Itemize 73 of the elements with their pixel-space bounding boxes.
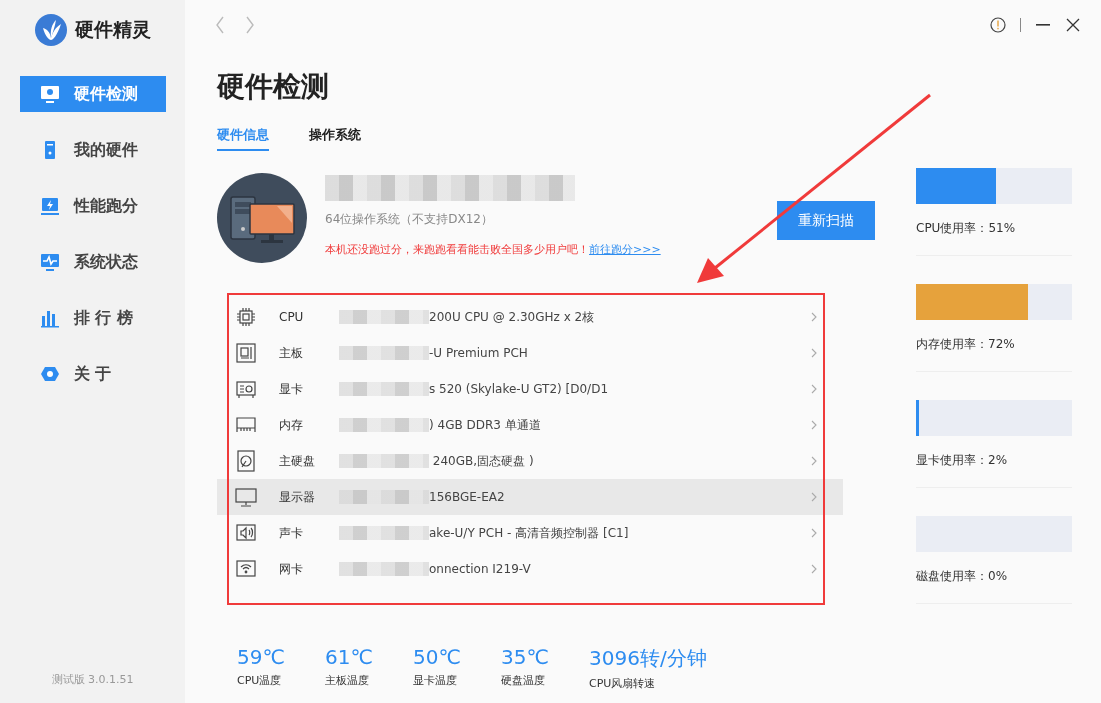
leaf-logo-icon <box>34 14 67 46</box>
monitor-icon <box>235 486 257 508</box>
device-label: 网卡 <box>279 560 304 578</box>
chevron-right-icon <box>811 456 817 466</box>
device-value: -U Premium PCH <box>429 346 528 360</box>
sidebar-item[interactable]: 我的硬件 <box>19 132 166 168</box>
board-icon <box>235 342 257 364</box>
computer-avatar-icon <box>217 173 307 263</box>
hexagon-icon <box>39 364 60 384</box>
device-value: ake-U/Y PCH - 高清音频控制器 [C1] <box>429 524 629 542</box>
device-value: onnection I219-V <box>429 562 531 576</box>
monitor-search-icon <box>39 84 60 104</box>
chevron-right-icon <box>811 348 817 358</box>
usage-label: CPU使用率：51% <box>916 220 1017 237</box>
device-row[interactable]: 显卡 s 520 (Skylake-U GT2) [D0/D1 <box>217 371 843 407</box>
sidebar-item[interactable]: 系统状态 <box>19 244 166 280</box>
device-label: 内存 <box>279 416 304 434</box>
temperature-label: CPU风扇转速 <box>589 676 657 691</box>
benchmark-prompt: 本机还没跑过分，来跑跑看看能击败全国多少用户吧！ <box>325 243 589 256</box>
sidebar-item[interactable]: 排 行 榜 <box>19 300 166 336</box>
device-value: 240GB,固态硬盘 ) <box>431 452 534 470</box>
temperature-value: 61℃ <box>325 645 374 669</box>
device-row[interactable]: 主板 -U Premium PCH <box>217 335 843 371</box>
usage-label: 显卡使用率：2% <box>916 452 1009 469</box>
chevron-right-icon <box>811 492 817 502</box>
device-label: 显卡 <box>279 380 304 398</box>
chevron-right-icon <box>811 384 817 394</box>
device-row[interactable]: 网卡 onnection I219-V <box>217 551 843 587</box>
chevron-right-icon <box>811 564 817 574</box>
device-row[interactable]: 内存 ) 4GB DDR3 单通道 <box>217 407 843 443</box>
info-icon[interactable] <box>990 17 1006 33</box>
page-title: 硬件检测 <box>217 69 330 105</box>
device-row[interactable]: CPU 200U CPU @ 2.30GHz x 2核 <box>217 299 843 335</box>
chevron-right-icon <box>811 528 817 538</box>
device-label: 主板 <box>279 344 304 362</box>
wifi-icon <box>235 558 257 580</box>
version-label: 测试版 3.0.1.51 <box>51 672 134 687</box>
app-name: 硬件精灵 <box>74 17 151 42</box>
usage-label: 内存使用率：72% <box>916 336 1016 353</box>
device-row[interactable]: 显示器 156BGE-EA2 <box>217 479 843 515</box>
temperature-value: 50℃ <box>413 645 462 669</box>
device-row[interactable]: 声卡 ake-U/Y PCH - 高清音频控制器 [C1] <box>217 515 843 551</box>
close-icon[interactable] <box>1065 17 1081 33</box>
device-value: s 520 (Skylake-U GT2) [D0/D1 <box>429 382 609 396</box>
benchmark-link[interactable]: 前往跑分>>> <box>589 243 661 256</box>
os-label: 64位操作系统（不支持DX12） <box>325 211 494 228</box>
device-label: CPU <box>279 310 305 324</box>
device-label: 主硬盘 <box>279 452 316 470</box>
temperature-value: 59℃ <box>237 645 286 669</box>
graphics-card-icon <box>235 378 257 400</box>
device-value: 156BGE-EA2 <box>429 490 505 504</box>
chevron-right-icon <box>811 312 817 322</box>
device-row[interactable]: 主硬盘 240GB,固态硬盘 ) <box>217 443 843 479</box>
device-value: 200U CPU @ 2.30GHz x 2核 <box>429 308 595 326</box>
bar-chart-icon <box>39 308 60 328</box>
device-label: 声卡 <box>279 524 304 542</box>
chevron-right-icon <box>811 420 817 430</box>
sidebar-item[interactable]: 关 于 <box>19 356 166 392</box>
temperature-label: 主板温度 <box>325 673 370 688</box>
temperature-label: 硬盘温度 <box>501 673 546 688</box>
temperature-label: 显卡温度 <box>413 673 458 688</box>
sidebar-item[interactable]: 性能跑分 <box>19 188 166 224</box>
tab[interactable]: 操作系统 <box>309 126 361 151</box>
pulse-monitor-icon <box>39 252 60 272</box>
temperature-value: 3096转/分钟 <box>589 645 707 672</box>
device-value: ) 4GB DDR3 单通道 <box>429 416 541 434</box>
usage-label: 磁盘使用率：0% <box>916 568 1009 585</box>
lightning-monitor-icon <box>39 196 60 216</box>
chip-icon <box>235 306 257 328</box>
speaker-icon <box>235 522 257 544</box>
temperature-value: 35℃ <box>501 645 550 669</box>
temperature-label: CPU温度 <box>237 673 283 688</box>
device-label: 显示器 <box>279 488 316 506</box>
